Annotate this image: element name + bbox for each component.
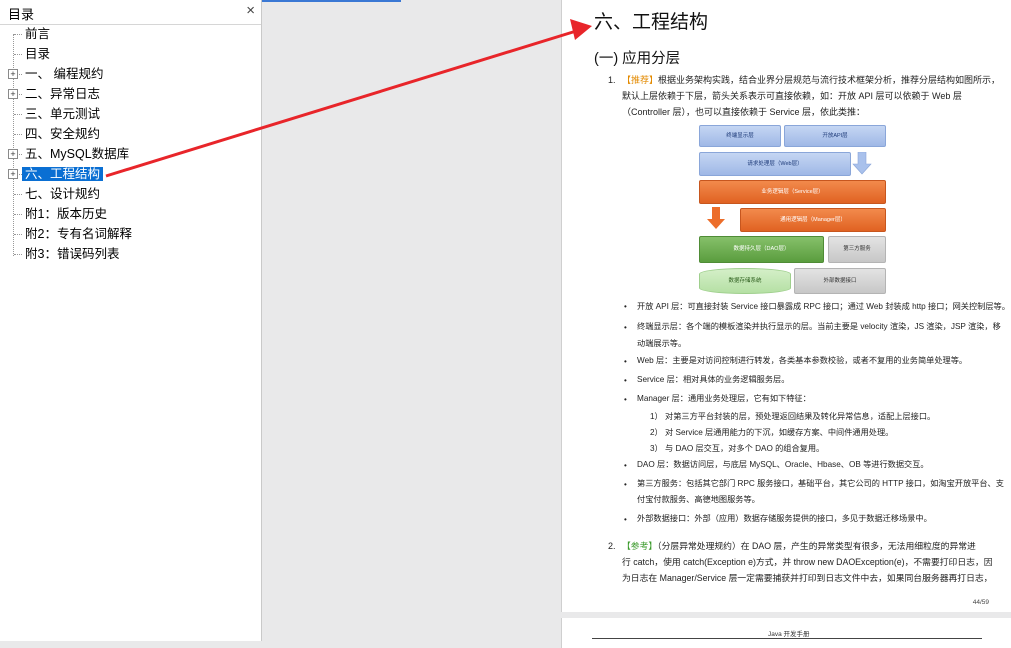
item1-line3: （Controller 层），也可以直接依赖于 Service 层，依此类推： [622, 107, 866, 117]
toc-item-label: 附3：错误码列表 [25, 247, 120, 261]
tree-branch [14, 214, 22, 215]
toc-item-label: 目录 [25, 47, 51, 61]
arrow-down-icon [852, 152, 872, 175]
dao-layer: 数据持久层（DAO层） [699, 236, 824, 263]
item2-num: 2. [608, 541, 616, 551]
bullet-open-api: 开放 API 层：可直接封装 Service 接口暴露成 RPC 接口；通过 W… [637, 302, 1010, 311]
bullet-dot: • [624, 395, 627, 404]
third-party-block: 第三方服务 [828, 236, 886, 263]
toc-item[interactable]: 三、单元测试 [22, 104, 103, 124]
page-number: 44/59 [972, 599, 989, 606]
toc-item[interactable]: 七、设计规约 [22, 184, 103, 204]
item2-line3: 为日志在 Manager/Service 层一定需要捕获并打印到日志文件中去，如… [622, 573, 993, 583]
expand-icon[interactable]: + [8, 89, 18, 99]
expand-icon[interactable]: + [8, 69, 18, 79]
bullet-manager: Manager 层：通用业务处理层，它有如下特征： [637, 394, 811, 403]
toc-item[interactable]: 四、安全规约 [22, 124, 103, 144]
item1-num: 1. [608, 75, 616, 85]
toc-panel: 目录 × 前言 目录 + 一、 编程规约 + 二、异常日志 三、单元测试 四、安全规约 + 五、M… [0, 0, 262, 641]
toc-item[interactable]: 前言 [22, 24, 53, 44]
bullet-dot: • [624, 357, 627, 366]
toc-item[interactable]: 二、异常日志 [22, 84, 103, 104]
bullet-dot: • [624, 461, 627, 470]
manager-feature-2: 2） 对 Service 层通用能力的下沉，如缓存方案、中间件通用处理。 [650, 428, 894, 437]
toc-item[interactable]: 目录 [22, 44, 53, 64]
next-page-header: Java 开发手册 [768, 631, 810, 638]
bullet-terminal-cont: 动端展示等。 [637, 339, 687, 348]
bullet-dot: • [624, 480, 627, 489]
expand-icon[interactable]: + [8, 149, 18, 159]
toc-item-label: 四、安全规约 [25, 127, 101, 141]
bullet-dot: • [624, 323, 627, 332]
bullet-terminal: 终端显示层：各个端的模板渲染并执行显示的层。当前主要是 velocity 渲染，… [637, 322, 1001, 331]
bullet-third-party-cont: 付宝付款服务、高德地图服务等。 [637, 495, 760, 504]
bullet-service: Service 层：相对具体的业务逻辑服务层。 [637, 375, 790, 384]
chapter-title: 六、工程结构 [594, 12, 709, 33]
tree-branch [14, 134, 22, 135]
item2-text: 【参考】（分层异常处理规约）在 DAO 层，产生的异常类型有很多，无法用细粒度的… [622, 538, 1007, 586]
toc-item-label: 前言 [25, 27, 51, 41]
toc-item-label: 二、异常日志 [25, 87, 101, 101]
toc-item-label: 一、 编程规约 [25, 67, 104, 81]
open-api-layer: 开放API层 [784, 125, 886, 147]
toc-item[interactable]: 五、MySQL数据库 [22, 144, 132, 164]
bullet-third-party: 第三方服务：包括其它部门 RPC 服务接口，基础平台，其它公司的 HTTP 接口… [637, 479, 1004, 488]
toc-item[interactable]: 附3：错误码列表 [22, 244, 122, 264]
tree-branch [14, 234, 22, 235]
toc-item-label: 附1：版本历史 [25, 207, 107, 221]
tree-branch [14, 114, 22, 115]
manager-layer: 通用逻辑层（Manager层） [740, 208, 886, 232]
item1-line2: 默认上层依赖于下层，箭头关系表示可直接依赖，如：开放 API 层可以依赖于 We… [622, 91, 962, 101]
recommend-tag: 【推荐】 [622, 75, 659, 85]
toc-item[interactable]: 一、 编程规约 [22, 64, 106, 84]
bullet-external: 外部数据接口：外部（应用）数据存储服务提供的接口，多见于数据迁移场景中。 [637, 514, 932, 523]
expand-icon[interactable]: + [8, 169, 18, 179]
item1-line1: 根据业务架构实践，结合业界分层规范与流行技术框架分析，推荐分层结构如图所示， [658, 75, 1001, 85]
manager-feature-3: 3） 与 DAO 层交互，对多个 DAO 的组合复用。 [650, 444, 825, 453]
toc-title: 目录 [8, 7, 35, 22]
layer-diagram: 终端显示层 开放API层 请求处理层（Web层） 业务逻辑层（Service层）… [694, 123, 894, 294]
toc-item[interactable]: 附1：版本历史 [22, 204, 110, 224]
section-title: (一) 应用分层 [594, 51, 681, 67]
bullet-dao: DAO 层：数据访问层，与底层 MySQL、Oracle、Hbase、OB 等进… [637, 460, 929, 469]
item2-line2: 行 catch，使用 catch(Exception e)方式，并 throw … [622, 557, 993, 567]
close-icon[interactable]: × [246, 2, 255, 19]
next-page: Java 开发手册 [561, 618, 1011, 648]
bullet-dot: • [624, 376, 627, 385]
toc-item-label: 六、工程结构 [22, 167, 104, 181]
service-layer: 业务逻辑层（Service层） [699, 180, 886, 204]
storage-block: 数据存储系统 [699, 268, 791, 294]
tree-branch [14, 194, 22, 195]
tree-branch [14, 254, 22, 255]
toc-item-label: 三、单元测试 [25, 107, 101, 121]
header-rule [592, 638, 982, 639]
bullet-dot: • [624, 515, 627, 524]
tree-branch [14, 34, 22, 35]
terminal-layer: 终端显示层 [699, 125, 781, 147]
item1-text: 【推荐】根据业务架构实践，结合业界分层规范与流行技术框架分析，推荐分层结构如图所… [622, 72, 1002, 120]
web-layer: 请求处理层（Web层） [699, 152, 851, 176]
toc-item-label: 五、MySQL数据库 [25, 147, 130, 161]
toc-header: 目录 × [0, 0, 261, 25]
toc-item[interactable]: 附2：专有名词解释 [22, 224, 135, 244]
document-page: 六、工程结构 (一) 应用分层 1. 【推荐】根据业务架构实践，结合业界分层规范… [561, 0, 1011, 612]
external-block: 外部数据接口 [794, 268, 886, 294]
item2-line1: （分层异常处理规约）在 DAO 层，产生的异常类型有很多，无法用细粒度的异常进 [657, 541, 976, 551]
bullet-web: Web 层：主要是对访问控制进行转发，各类基本参数校验，或者不复用的业务简单处理… [637, 356, 968, 365]
toc-item[interactable]: 六、工程结构 [22, 164, 104, 184]
arrow-down-icon [707, 207, 725, 229]
toc-item-label: 七、设计规约 [25, 187, 101, 201]
tree-line [13, 34, 14, 256]
manager-feature-1: 1） 对第三方平台封装的层，预处理返回结果及转化异常信息，适配上层接口。 [650, 412, 936, 421]
bullet-dot: • [624, 302, 627, 311]
tree-branch [14, 54, 22, 55]
toc-item-label: 附2：专有名词解释 [25, 227, 132, 241]
reference-tag: 【参考】 [622, 541, 658, 551]
